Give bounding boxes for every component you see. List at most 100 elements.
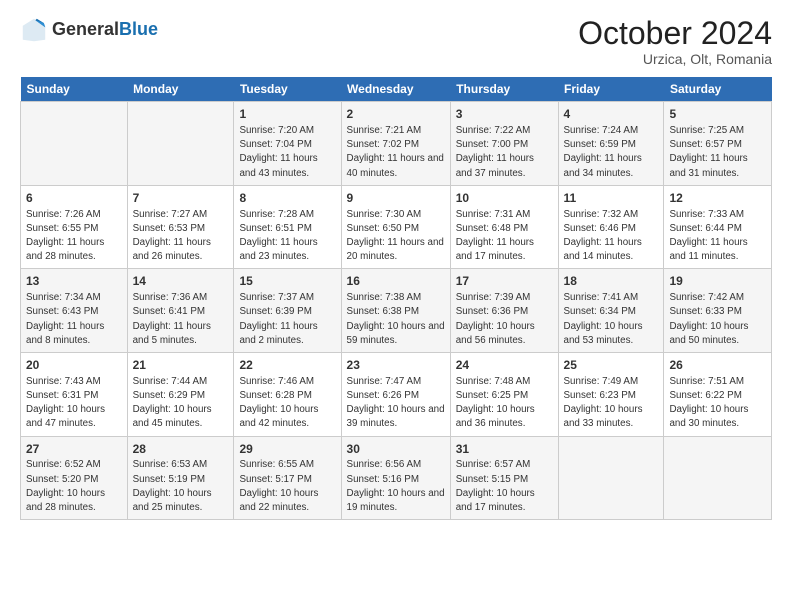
day-number: 26 (669, 357, 766, 374)
day-number: 1 (239, 106, 335, 123)
day-number: 19 (669, 273, 766, 290)
day-number: 12 (669, 190, 766, 207)
day-info: Sunrise: 7:47 AM Sunset: 6:26 PM Dayligh… (347, 375, 445, 432)
calendar-cell: 17Sunrise: 7:39 AM Sunset: 6:36 PM Dayli… (450, 269, 558, 353)
day-info: Sunrise: 6:55 AM Sunset: 5:17 PM Dayligh… (239, 458, 335, 515)
calendar-cell: 5Sunrise: 7:25 AM Sunset: 6:57 PM Daylig… (664, 102, 772, 186)
calendar-cell: 29Sunrise: 6:55 AM Sunset: 5:17 PM Dayli… (234, 436, 341, 520)
day-number: 20 (26, 357, 122, 374)
calendar-cell: 14Sunrise: 7:36 AM Sunset: 6:41 PM Dayli… (127, 269, 234, 353)
calendar-cell: 11Sunrise: 7:32 AM Sunset: 6:46 PM Dayli… (558, 185, 664, 269)
day-number: 29 (239, 441, 335, 458)
day-info: Sunrise: 7:24 AM Sunset: 6:59 PM Dayligh… (564, 124, 659, 181)
calendar-cell: 27Sunrise: 6:52 AM Sunset: 5:20 PM Dayli… (21, 436, 128, 520)
day-number: 25 (564, 357, 659, 374)
day-number: 11 (564, 190, 659, 207)
calendar-cell: 16Sunrise: 7:38 AM Sunset: 6:38 PM Dayli… (341, 269, 450, 353)
weekday-header-tuesday: Tuesday (234, 77, 341, 102)
calendar-cell: 22Sunrise: 7:46 AM Sunset: 6:28 PM Dayli… (234, 353, 341, 437)
location-subtitle: Urzica, Olt, Romania (578, 51, 772, 67)
calendar-cell: 13Sunrise: 7:34 AM Sunset: 6:43 PM Dayli… (21, 269, 128, 353)
day-info: Sunrise: 6:57 AM Sunset: 5:15 PM Dayligh… (456, 458, 553, 515)
weekday-header-saturday: Saturday (664, 77, 772, 102)
weekday-header-monday: Monday (127, 77, 234, 102)
logo-general: General (52, 20, 119, 40)
day-info: Sunrise: 7:39 AM Sunset: 6:36 PM Dayligh… (456, 291, 553, 348)
week-row-3: 13Sunrise: 7:34 AM Sunset: 6:43 PM Dayli… (21, 269, 772, 353)
day-number: 30 (347, 441, 445, 458)
day-number: 6 (26, 190, 122, 207)
day-info: Sunrise: 7:34 AM Sunset: 6:43 PM Dayligh… (26, 291, 122, 348)
day-number: 8 (239, 190, 335, 207)
calendar-cell: 4Sunrise: 7:24 AM Sunset: 6:59 PM Daylig… (558, 102, 664, 186)
calendar-cell: 18Sunrise: 7:41 AM Sunset: 6:34 PM Dayli… (558, 269, 664, 353)
logo-icon (20, 16, 48, 44)
weekday-header-wednesday: Wednesday (341, 77, 450, 102)
calendar-cell: 9Sunrise: 7:30 AM Sunset: 6:50 PM Daylig… (341, 185, 450, 269)
calendar-cell: 31Sunrise: 6:57 AM Sunset: 5:15 PM Dayli… (450, 436, 558, 520)
day-info: Sunrise: 7:21 AM Sunset: 7:02 PM Dayligh… (347, 124, 445, 181)
calendar-cell: 23Sunrise: 7:47 AM Sunset: 6:26 PM Dayli… (341, 353, 450, 437)
day-info: Sunrise: 7:27 AM Sunset: 6:53 PM Dayligh… (133, 208, 229, 265)
day-number: 14 (133, 273, 229, 290)
day-info: Sunrise: 6:53 AM Sunset: 5:19 PM Dayligh… (133, 458, 229, 515)
day-number: 27 (26, 441, 122, 458)
day-number: 24 (456, 357, 553, 374)
calendar-cell: 3Sunrise: 7:22 AM Sunset: 7:00 PM Daylig… (450, 102, 558, 186)
day-number: 4 (564, 106, 659, 123)
title-block: October 2024 Urzica, Olt, Romania (578, 16, 772, 67)
month-title: October 2024 (578, 16, 772, 51)
calendar-cell: 21Sunrise: 7:44 AM Sunset: 6:29 PM Dayli… (127, 353, 234, 437)
day-info: Sunrise: 7:22 AM Sunset: 7:00 PM Dayligh… (456, 124, 553, 181)
day-number: 13 (26, 273, 122, 290)
day-info: Sunrise: 7:51 AM Sunset: 6:22 PM Dayligh… (669, 375, 766, 432)
day-info: Sunrise: 7:44 AM Sunset: 6:29 PM Dayligh… (133, 375, 229, 432)
calendar-cell: 19Sunrise: 7:42 AM Sunset: 6:33 PM Dayli… (664, 269, 772, 353)
day-number: 31 (456, 441, 553, 458)
day-info: Sunrise: 7:49 AM Sunset: 6:23 PM Dayligh… (564, 375, 659, 432)
day-number: 17 (456, 273, 553, 290)
calendar-cell: 1Sunrise: 7:20 AM Sunset: 7:04 PM Daylig… (234, 102, 341, 186)
calendar-cell (127, 102, 234, 186)
weekday-header-friday: Friday (558, 77, 664, 102)
weekday-header-thursday: Thursday (450, 77, 558, 102)
calendar-cell: 12Sunrise: 7:33 AM Sunset: 6:44 PM Dayli… (664, 185, 772, 269)
day-info: Sunrise: 7:42 AM Sunset: 6:33 PM Dayligh… (669, 291, 766, 348)
day-number: 10 (456, 190, 553, 207)
day-info: Sunrise: 7:48 AM Sunset: 6:25 PM Dayligh… (456, 375, 553, 432)
weekday-header-sunday: Sunday (21, 77, 128, 102)
header: GeneralBlue October 2024 Urzica, Olt, Ro… (20, 16, 772, 67)
day-info: Sunrise: 6:52 AM Sunset: 5:20 PM Dayligh… (26, 458, 122, 515)
day-number: 21 (133, 357, 229, 374)
day-number: 23 (347, 357, 445, 374)
day-number: 3 (456, 106, 553, 123)
day-info: Sunrise: 7:37 AM Sunset: 6:39 PM Dayligh… (239, 291, 335, 348)
day-info: Sunrise: 7:43 AM Sunset: 6:31 PM Dayligh… (26, 375, 122, 432)
calendar-cell (664, 436, 772, 520)
calendar-cell: 26Sunrise: 7:51 AM Sunset: 6:22 PM Dayli… (664, 353, 772, 437)
week-row-2: 6Sunrise: 7:26 AM Sunset: 6:55 PM Daylig… (21, 185, 772, 269)
day-info: Sunrise: 7:20 AM Sunset: 7:04 PM Dayligh… (239, 124, 335, 181)
calendar-cell: 10Sunrise: 7:31 AM Sunset: 6:48 PM Dayli… (450, 185, 558, 269)
day-info: Sunrise: 7:41 AM Sunset: 6:34 PM Dayligh… (564, 291, 659, 348)
calendar-cell: 20Sunrise: 7:43 AM Sunset: 6:31 PM Dayli… (21, 353, 128, 437)
calendar-cell: 24Sunrise: 7:48 AM Sunset: 6:25 PM Dayli… (450, 353, 558, 437)
logo-blue: Blue (119, 20, 158, 40)
calendar-cell: 2Sunrise: 7:21 AM Sunset: 7:02 PM Daylig… (341, 102, 450, 186)
day-number: 16 (347, 273, 445, 290)
day-number: 9 (347, 190, 445, 207)
calendar-cell: 28Sunrise: 6:53 AM Sunset: 5:19 PM Dayli… (127, 436, 234, 520)
header-row: SundayMondayTuesdayWednesdayThursdayFrid… (21, 77, 772, 102)
week-row-4: 20Sunrise: 7:43 AM Sunset: 6:31 PM Dayli… (21, 353, 772, 437)
day-number: 7 (133, 190, 229, 207)
page: GeneralBlue October 2024 Urzica, Olt, Ro… (0, 0, 792, 612)
calendar-cell: 6Sunrise: 7:26 AM Sunset: 6:55 PM Daylig… (21, 185, 128, 269)
day-info: Sunrise: 7:33 AM Sunset: 6:44 PM Dayligh… (669, 208, 766, 265)
calendar-cell: 15Sunrise: 7:37 AM Sunset: 6:39 PM Dayli… (234, 269, 341, 353)
day-info: Sunrise: 7:26 AM Sunset: 6:55 PM Dayligh… (26, 208, 122, 265)
week-row-5: 27Sunrise: 6:52 AM Sunset: 5:20 PM Dayli… (21, 436, 772, 520)
calendar-cell: 7Sunrise: 7:27 AM Sunset: 6:53 PM Daylig… (127, 185, 234, 269)
calendar-table: SundayMondayTuesdayWednesdayThursdayFrid… (20, 77, 772, 520)
day-info: Sunrise: 6:56 AM Sunset: 5:16 PM Dayligh… (347, 458, 445, 515)
day-number: 2 (347, 106, 445, 123)
